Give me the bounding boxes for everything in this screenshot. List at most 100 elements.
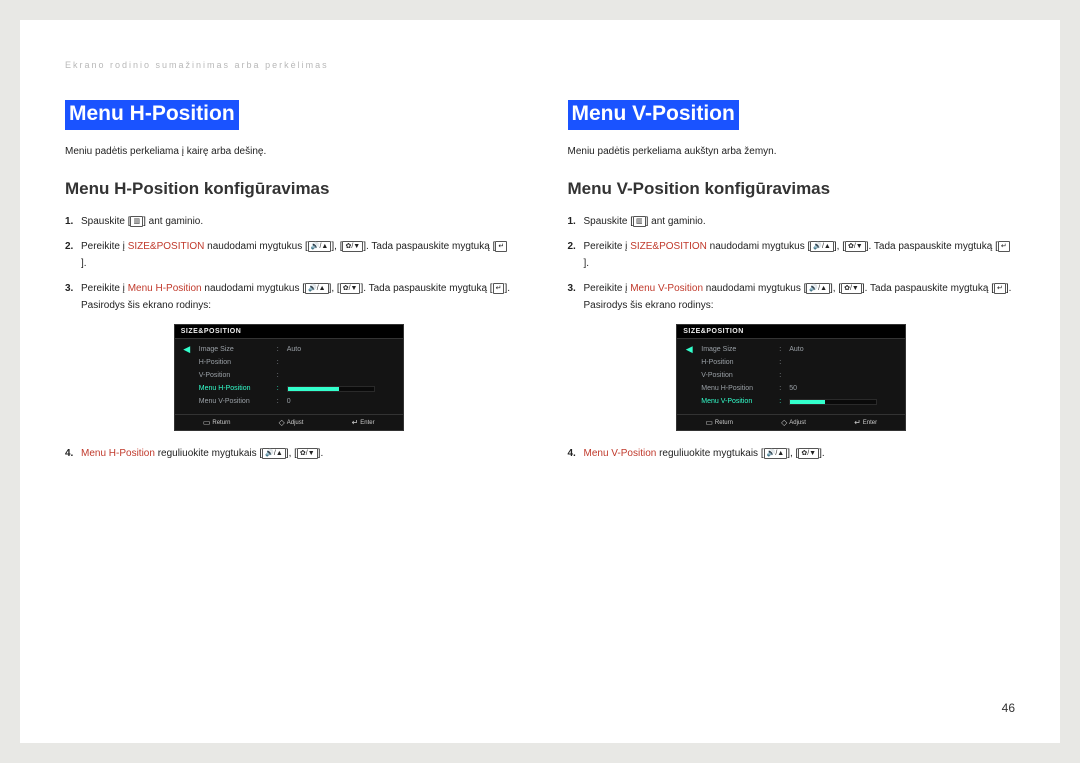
osd-row: H-Position: (683, 356, 899, 369)
footer-return: ▭Return (203, 418, 231, 427)
t: ], [ (834, 241, 845, 252)
link-size-position: SIZE&POSITION (630, 241, 707, 252)
step-number: 2. (568, 238, 584, 272)
osd-row: H-Position: (181, 356, 397, 369)
osd-row: V-Position: (683, 369, 899, 382)
t: ]. (318, 448, 324, 459)
steps-list: 1. Spauskite [▥] ant gaminio. 2. Pereiki… (65, 213, 513, 314)
osd-panel: SIZE&POSITION ◀Image Size:AutoH-Position… (676, 324, 906, 431)
t: ]. Tada paspauskite mygtuką [ (866, 241, 998, 252)
osd-row-value: Auto (287, 346, 397, 353)
t: Pereikite į (81, 241, 128, 252)
t: ], [ (787, 448, 798, 459)
column-right: Menu V-Position Meniu padėtis perkeliama… (568, 100, 1016, 470)
osd-colon: : (275, 372, 281, 379)
osd-slider-track (789, 399, 877, 405)
osd-row: ◀Image Size:Auto (181, 343, 397, 356)
t: ]. Tada paspauskite mygtuką [ (862, 283, 994, 294)
osd-panel: SIZE&POSITION ◀Image Size:AutoH-Position… (174, 324, 404, 431)
t: Return (715, 420, 733, 426)
osd-slider-track (287, 386, 375, 392)
step-3: 3. Pereikite į Menu H-Position naudodami… (65, 280, 513, 314)
osd-body: ◀Image Size:AutoH-Position:V-Position:Me… (175, 339, 403, 414)
subsection-title-h: Menu H-Position konfigūravimas (65, 179, 513, 199)
down-icon: ✿/▼ (340, 283, 361, 294)
t: Pereikite į (81, 283, 128, 294)
t: ]. Tada paspauskite mygtuką [ (360, 283, 492, 294)
osd-row-label: Image Size (701, 346, 771, 353)
t: Return (212, 420, 230, 426)
step-number: 4. (568, 445, 584, 462)
step-number: 1. (568, 213, 584, 230)
osd-colon: : (777, 346, 783, 353)
osd-row-value: Auto (789, 346, 899, 353)
breadcrumb: Ekrano rodinio sumažinimas arba perkėlim… (65, 60, 1015, 70)
adjust-icon: ◇ (781, 418, 787, 427)
osd-header: SIZE&POSITION (175, 325, 403, 339)
osd-row-label: Image Size (199, 346, 269, 353)
osd-body: ◀Image Size:AutoH-Position:V-Position:Me… (677, 339, 905, 414)
footer-adjust: ◇Adjust (781, 418, 806, 427)
osd-colon: : (275, 359, 281, 366)
t: Pereikite į (584, 283, 631, 294)
step-1: 1. Spauskite [▥] ant gaminio. (568, 213, 1016, 230)
osd-row-label: V-Position (701, 372, 771, 379)
steps-list-cont: 4. Menu V-Position reguliuokite mygtukai… (568, 445, 1016, 462)
step-2: 2. Pereikite į SIZE&POSITION naudodami m… (65, 238, 513, 272)
osd-row: Menu V-Position:0 (181, 395, 397, 408)
intro-text: Meniu padėtis perkeliama aukštyn arba že… (568, 146, 1016, 157)
osd-row-label: Menu V-Position (199, 398, 269, 405)
t: Spauskite [ (584, 216, 633, 227)
down-icon: ✿/▼ (342, 241, 363, 252)
link-menu-h: Menu H-Position (81, 448, 155, 459)
menu-icon: ▥ (130, 216, 143, 227)
up-icon: 🔊/▲ (305, 283, 329, 294)
up-icon: 🔊/▲ (806, 283, 830, 294)
footer-enter: ↵Enter (352, 418, 375, 427)
enter-icon: ↵ (998, 241, 1010, 252)
osd-row: V-Position: (181, 369, 397, 382)
osd-slider-fill (288, 387, 340, 391)
page-number: 46 (1002, 701, 1015, 715)
osd-row: Menu H-Position: (181, 382, 397, 395)
link-menu-v: Menu V-Position (630, 283, 703, 294)
up-icon: 🔊/▲ (810, 241, 834, 252)
osd-header: SIZE&POSITION (677, 325, 905, 339)
return-icon: ▭ (705, 418, 713, 427)
enter-icon: ↵ (493, 283, 505, 294)
step-text: Pereikite į SIZE&POSITION naudodami mygt… (584, 238, 1016, 272)
t: ]. (819, 448, 825, 459)
up-icon: 🔊/▲ (308, 241, 332, 252)
osd-row-value: 50 (789, 385, 899, 392)
t: ]. (81, 258, 87, 269)
step-text: Pereikite į SIZE&POSITION naudodami mygt… (81, 238, 513, 272)
menu-icon: ▥ (633, 216, 646, 227)
step-4: 4. Menu V-Position reguliuokite mygtukai… (568, 445, 1016, 462)
osd-colon: : (275, 398, 281, 405)
osd-row: ◀Image Size:Auto (683, 343, 899, 356)
osd-colon: : (777, 398, 783, 405)
osd-row-label: Menu H-Position (199, 385, 269, 392)
step-number: 3. (568, 280, 584, 314)
enter-icon: ↵ (352, 418, 359, 427)
return-icon: ▭ (203, 418, 211, 427)
manual-page: Ekrano rodinio sumažinimas arba perkėlim… (20, 20, 1060, 743)
osd-colon: : (275, 385, 281, 392)
t: ]. Tada paspauskite mygtuką [ (363, 241, 495, 252)
two-column-layout: Menu H-Position Meniu padėtis perkeliama… (65, 100, 1015, 470)
osd-row-label: Menu H-Position (701, 385, 771, 392)
down-icon: ✿/▼ (798, 448, 819, 459)
enter-icon: ↵ (854, 418, 861, 427)
enter-icon: ↵ (495, 241, 507, 252)
osd-row: Menu H-Position:50 (683, 382, 899, 395)
step-text: Spauskite [▥] ant gaminio. (81, 213, 513, 230)
t: naudodami mygtukus [ (202, 283, 305, 294)
section-title-v: Menu V-Position (568, 100, 739, 130)
footer-enter: ↵Enter (854, 418, 877, 427)
t: Pereikite į (584, 241, 631, 252)
t: ]. (584, 258, 590, 269)
steps-list: 1. Spauskite [▥] ant gaminio. 2. Pereiki… (568, 213, 1016, 314)
down-icon: ✿/▼ (297, 448, 318, 459)
step-text: Spauskite [▥] ant gaminio. (584, 213, 1016, 230)
osd-row: Menu V-Position: (683, 395, 899, 408)
